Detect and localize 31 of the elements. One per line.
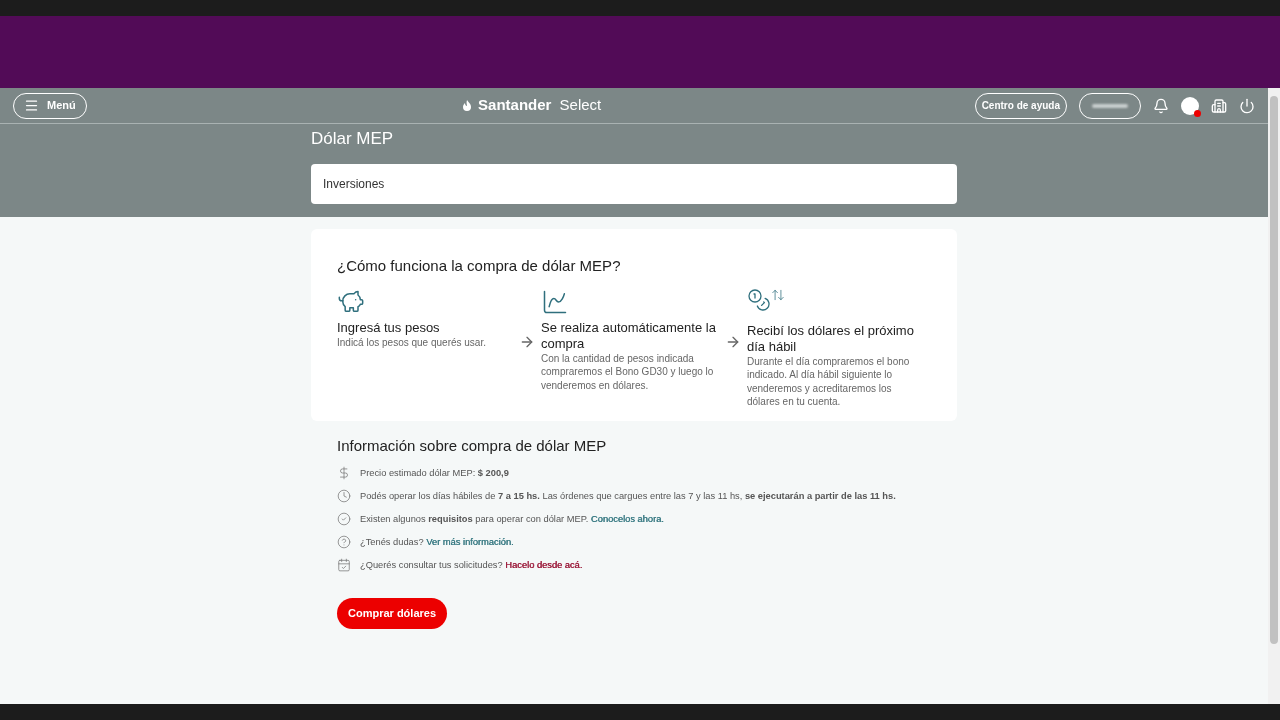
building-icon[interactable] <box>1211 97 1227 114</box>
step-description: Con la cantidad de pesos indicada compraremos el Bono GD30 y luego lo venderemos en dólares. <box>541 351 715 392</box>
info-title: Información sobre compra de dólar MEP <box>337 435 608 456</box>
info-link[interactable]: Ver más información. <box>426 537 514 547</box>
bell-icon[interactable] <box>1153 97 1169 114</box>
power-icon[interactable] <box>1239 97 1255 114</box>
check-icon <box>337 512 351 526</box>
step-title: Se realiza automáticamente la compra <box>541 319 717 352</box>
menu-icon <box>24 98 39 113</box>
info-text: ¿Tenés dudas? Ver más información. <box>360 536 514 549</box>
step-description: Durante el día compraremos el bono indicado. Al día hábil siguiente lo venderemos y acreditaremos los dólares en tu cuenta. <box>747 354 911 409</box>
avatar[interactable] <box>1181 96 1199 115</box>
info-text: Precio estimado dólar MEP: $ 200,9 <box>360 467 509 480</box>
info-text: Existen algunos requisitos para operar con dólar MEP. Conocelos ahora. <box>360 513 664 526</box>
info-text: ¿Querés consultar tus solicitudes? Hacelo desde acá. <box>360 559 583 572</box>
brand-logo: Santander Select <box>460 94 602 117</box>
question-icon <box>337 535 351 549</box>
page-title: Dólar MEP <box>311 128 395 150</box>
info-link[interactable]: Conocelos ahora. <box>590 514 664 524</box>
step-description: Indicá los pesos que querés usar. <box>337 335 487 349</box>
dollar-icon <box>337 466 351 480</box>
clock-icon <box>337 489 351 503</box>
step-title: Ingresá tus pesos <box>337 319 441 336</box>
step-title: Recibí los dólares el próximo día hábil <box>747 322 915 355</box>
info-link[interactable]: Hacelo desde acá. <box>505 560 583 570</box>
buy-dollars-button[interactable]: Comprar dólares <box>337 598 448 629</box>
card-title: ¿Cómo funciona la compra de dólar MEP? <box>337 256 622 276</box>
breadcrumb-text: Inversiones <box>323 175 385 193</box>
coins-icon <box>747 287 785 312</box>
info-text: Podés operar los días hábiles de 7 a 15 hs. Las órdenes que cargues entre las 7 y las 11 hs, se ejecutarán a partir de las 11 hs. <box>360 490 896 503</box>
calendar-icon <box>337 558 351 572</box>
